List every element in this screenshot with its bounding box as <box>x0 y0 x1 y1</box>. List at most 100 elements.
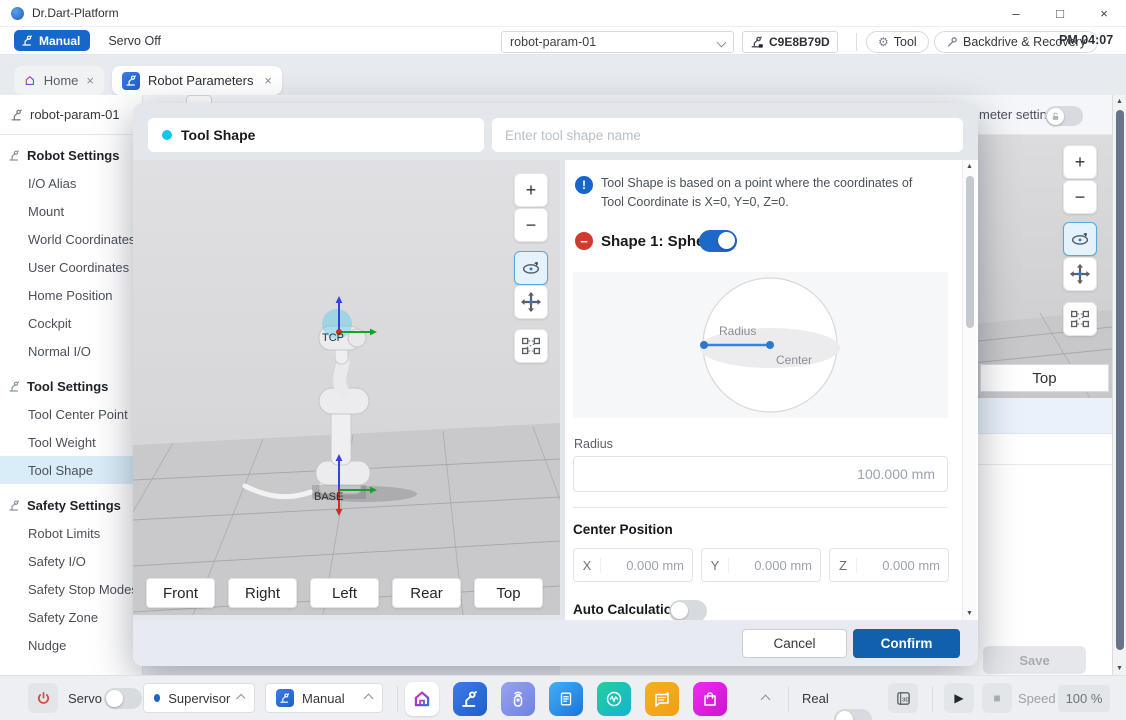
dock-divider <box>932 686 933 712</box>
robot-parameters-icon <box>122 72 140 90</box>
window-title: Dr.Dart-Platform <box>32 6 119 20</box>
panel-scroll-down-icon[interactable]: ▼ <box>963 610 976 617</box>
sidebar-item-mount[interactable]: Mount <box>0 197 142 225</box>
view-left-button[interactable]: Left <box>310 578 379 608</box>
manual-mode-button[interactable]: Manual <box>14 30 90 51</box>
tool-shape-name-input[interactable] <box>492 118 963 152</box>
sidebar-item-home-position[interactable]: Home Position <box>0 281 142 309</box>
view-front-button[interactable]: Front <box>146 578 215 608</box>
sidebar-file-name: robot-param-01 <box>30 107 120 122</box>
shape-enable-toggle[interactable] <box>699 230 737 252</box>
tab-home-close-icon[interactable]: × <box>86 73 94 88</box>
zoom-in-button[interactable]: + <box>514 173 548 207</box>
stop-icon: ■ <box>993 691 1000 705</box>
home-app-icon[interactable] <box>405 682 439 716</box>
sidebar-item-tool-weight[interactable]: Tool Weight <box>0 428 142 456</box>
panel-scrollbar-thumb[interactable] <box>966 176 974 328</box>
controller-id: C9E8B79D <box>769 35 830 49</box>
real-label: Real <box>802 691 829 706</box>
scroll-down-icon[interactable]: ▼ <box>1113 665 1126 672</box>
sidebar-item-safety-io[interactable]: Safety I/O <box>0 547 142 575</box>
zoom-out-button[interactable]: − <box>514 208 548 242</box>
servo-toggle[interactable] <box>104 688 142 709</box>
minimize-button[interactable]: – <box>994 0 1038 27</box>
center-y-input[interactable] <box>729 558 820 573</box>
simulator-3d-icon: 3D <box>895 690 912 707</box>
radius-label: Radius <box>574 437 613 451</box>
sidebar-item-safety-zone[interactable]: Safety Zone <box>0 603 142 631</box>
app-logo-icon <box>11 7 24 20</box>
sidebar-item-normal-io[interactable]: Normal I/O <box>0 337 142 365</box>
bg-measure-button[interactable] <box>1063 302 1097 336</box>
pan-icon <box>520 291 542 313</box>
sidebar-file-header[interactable]: robot-param-01 <box>0 95 142 135</box>
panel-scroll-up-icon[interactable]: ▲ <box>963 163 976 170</box>
sidebar-item-io-alias[interactable]: I/O Alias <box>0 169 142 197</box>
bg-pan-button[interactable] <box>1063 257 1097 291</box>
bg-zoom-out-button[interactable]: − <box>1063 180 1097 214</box>
auto-calculation-toggle[interactable] <box>669 600 707 620</box>
view-right-button[interactable]: Right <box>228 578 297 608</box>
center-z-input[interactable] <box>857 558 948 573</box>
real-toggle[interactable] <box>834 709 872 720</box>
play-button[interactable]: ▶ <box>944 683 974 713</box>
program-dropdown[interactable]: robot-param-01 <box>501 31 734 53</box>
controller-id-badge[interactable]: C9E8B79D <box>742 31 838 53</box>
close-button[interactable]: × <box>1082 0 1126 27</box>
confirm-button[interactable]: Confirm <box>853 629 960 658</box>
sidebar-item-robot-limits[interactable]: Robot Limits <box>0 519 142 547</box>
sidebar-item-tool-center-point[interactable]: Tool Center Point <box>0 400 142 428</box>
pan-button[interactable] <box>514 285 548 319</box>
role-dropdown[interactable]: Supervisor <box>143 683 255 713</box>
sidebar-item-user-coordinates[interactable]: User Coordinates <box>0 253 142 281</box>
lock-icon <box>1051 112 1060 121</box>
sidebar-item-world-coordinates[interactable]: World Coordinates <box>0 225 142 253</box>
power-button[interactable] <box>28 683 58 713</box>
status-dot-icon <box>162 130 172 140</box>
sidebar-item-nudge[interactable]: Nudge <box>0 631 142 659</box>
bg-top-view-button[interactable]: Top <box>980 364 1109 392</box>
tab-home[interactable]: Home × <box>14 66 104 95</box>
play-icon: ▶ <box>954 691 963 705</box>
chat-app-icon[interactable] <box>645 682 679 716</box>
sidebar-item-tool-shape[interactable]: Tool Shape <box>0 456 142 484</box>
stop-button[interactable]: ■ <box>982 683 1012 713</box>
sidebar-section-robot-settings: Robot Settings <box>0 141 142 169</box>
center-x-input[interactable] <box>601 558 692 573</box>
teach-pendant-app-icon[interactable] <box>501 682 535 716</box>
center-y-field: Y <box>701 548 821 582</box>
scroll-up-icon[interactable]: ▲ <box>1113 98 1126 105</box>
main-scrollbar-thumb[interactable] <box>1116 110 1124 650</box>
dialog-3d-viewport[interactable]: TCP BASE + − <box>133 160 560 615</box>
radius-input[interactable] <box>573 456 948 492</box>
store-app-icon[interactable] <box>693 682 727 716</box>
panel-scrollbar[interactable]: ▲ ▼ <box>962 160 976 620</box>
sidebar-item-cockpit[interactable]: Cockpit <box>0 309 142 337</box>
monitor-app-icon[interactable] <box>597 682 631 716</box>
mode-dropdown[interactable]: Manual <box>265 683 383 713</box>
settings-lock-toggle[interactable] <box>1045 106 1083 126</box>
sidebar-item-safety-stop-modes[interactable]: Safety Stop Modes <box>0 575 142 603</box>
robot-app-icon[interactable] <box>453 682 487 716</box>
axis-y-label: Y <box>702 558 729 573</box>
tab-robot-parameters[interactable]: Robot Parameters × <box>112 66 282 95</box>
cancel-button[interactable]: Cancel <box>742 629 847 658</box>
maximize-button[interactable]: □ <box>1038 0 1082 27</box>
document-app-icon[interactable] <box>549 682 583 716</box>
measure-button[interactable] <box>514 329 548 363</box>
tool-button[interactable]: ⚙ Tool <box>866 31 929 53</box>
view-rear-button[interactable]: Rear <box>392 578 461 608</box>
main-scrollbar[interactable]: ▲ ▼ <box>1112 95 1126 675</box>
orbit-button[interactable] <box>514 251 548 285</box>
dock-expand-icon[interactable] <box>761 695 771 705</box>
axis-z-label: Z <box>830 558 857 573</box>
bg-orbit-button[interactable] <box>1063 222 1097 256</box>
speed-value[interactable]: 100 % <box>1058 685 1110 712</box>
tab-robot-parameters-close-icon[interactable]: × <box>264 73 272 88</box>
simulator-3d-button[interactable]: 3D <box>888 683 918 713</box>
view-top-button[interactable]: Top <box>474 578 543 608</box>
save-button[interactable]: Save <box>983 646 1086 674</box>
bg-zoom-in-button[interactable]: + <box>1063 145 1097 179</box>
remove-shape-icon[interactable]: − <box>575 232 593 250</box>
title-bar: Dr.Dart-Platform – □ × <box>0 0 1126 27</box>
